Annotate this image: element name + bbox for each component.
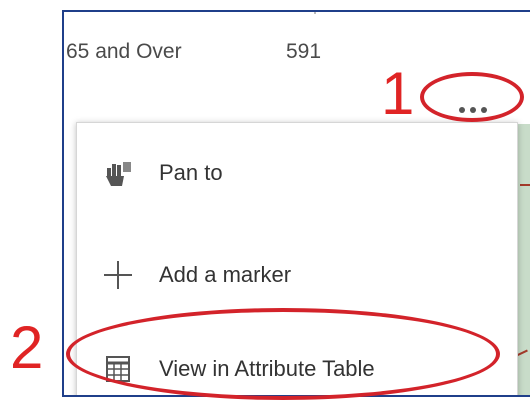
pan-hand-icon <box>103 158 133 188</box>
attribute-field-value: 591 <box>286 40 322 63</box>
plus-icon <box>103 260 133 290</box>
map-boundary-line <box>520 184 530 186</box>
attribute-field-label: 65 and Over <box>66 40 182 63</box>
menu-item-add-marker[interactable]: Add a marker <box>77 245 517 305</box>
step-number-2: 2 <box>10 314 44 381</box>
highlight-ring-attribute-table <box>66 308 500 400</box>
map-background <box>516 124 530 395</box>
divider-tick <box>314 12 316 14</box>
menu-item-label: Pan to <box>159 160 223 185</box>
attribute-row: 65 and Over 591 <box>64 40 504 80</box>
highlight-ring-more-actions <box>420 72 524 122</box>
menu-item-pan-to[interactable]: Pan to <box>77 143 517 203</box>
menu-item-label: Add a marker <box>159 262 292 287</box>
step-number-1: 1 <box>381 60 415 127</box>
